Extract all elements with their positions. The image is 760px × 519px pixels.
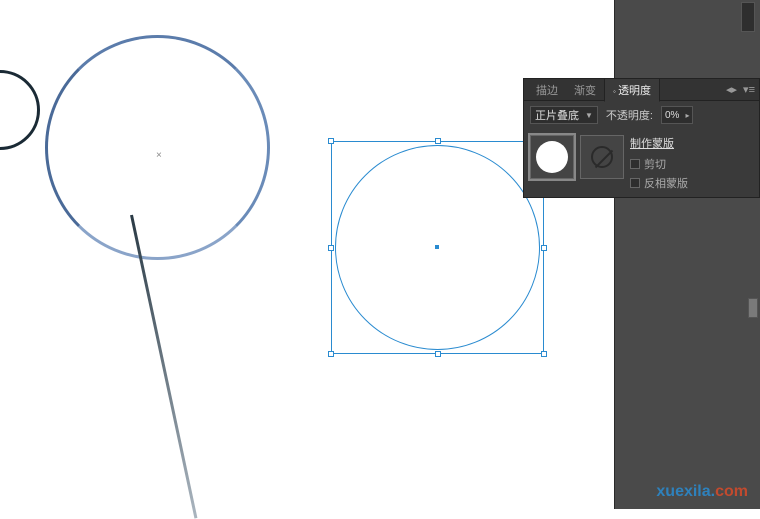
clip-label: 剪切 [644, 156, 666, 172]
opacity-label: 不透明度: [606, 107, 653, 123]
resize-handle-middle-right[interactable] [541, 245, 547, 251]
circle-shape-small [0, 70, 40, 150]
selection-center-point [435, 245, 439, 249]
resize-handle-top-center[interactable] [435, 138, 441, 144]
resize-handle-middle-left[interactable] [328, 245, 334, 251]
watermark: xuexila.com [656, 483, 748, 501]
clip-checkbox[interactable]: 剪切 [630, 156, 688, 172]
circle-shape-large [45, 35, 270, 260]
object-thumbnail[interactable] [530, 135, 574, 179]
invert-mask-checkbox[interactable]: 反相蒙版 [630, 175, 688, 191]
checkbox-box [630, 159, 640, 169]
line-shape [130, 215, 197, 519]
artboard[interactable]: × [0, 0, 614, 509]
tab-transparency[interactable]: 透明度 [604, 78, 660, 102]
thumbnail-preview [536, 141, 568, 173]
dock-toggle[interactable] [741, 2, 755, 32]
checkbox-box [630, 178, 640, 188]
blend-mode-value: 正片叠底 [535, 107, 579, 123]
panel-collapse-icon[interactable]: ◂▸ [726, 83, 737, 96]
resize-handle-bottom-right[interactable] [541, 351, 547, 357]
invert-mask-label: 反相蒙版 [644, 175, 688, 191]
resize-handle-bottom-center[interactable] [435, 351, 441, 357]
tab-gradient[interactable]: 渐变 [566, 79, 604, 101]
blend-mode-dropdown[interactable]: 正片叠底 ▼ [530, 106, 598, 124]
tab-stroke[interactable]: 描边 [528, 79, 566, 101]
opacity-input[interactable]: 0% ▸ [661, 106, 693, 124]
make-mask-link[interactable]: 制作蒙版 [630, 135, 688, 151]
scrollbar-thumb[interactable] [748, 298, 758, 318]
panel-menu-icon[interactable]: ▾≡ [743, 83, 755, 96]
resize-handle-top-left[interactable] [328, 138, 334, 144]
opacity-value: 0% [665, 110, 679, 121]
mask-thumbnail-empty[interactable] [580, 135, 624, 179]
chevron-down-icon: ▸ [685, 111, 689, 120]
chevron-down-icon: ▼ [585, 111, 593, 120]
panel-tab-bar: 描边 渐变 透明度 ◂▸ ▾≡ [524, 79, 759, 101]
anchor-x-icon: × [156, 150, 162, 161]
transparency-panel: 描边 渐变 透明度 ◂▸ ▾≡ 正片叠底 ▼ 不透明度: 0% ▸ 制作蒙版 剪… [523, 78, 760, 198]
panel-dock [614, 0, 760, 509]
no-mask-icon [591, 146, 613, 168]
resize-handle-bottom-left[interactable] [328, 351, 334, 357]
